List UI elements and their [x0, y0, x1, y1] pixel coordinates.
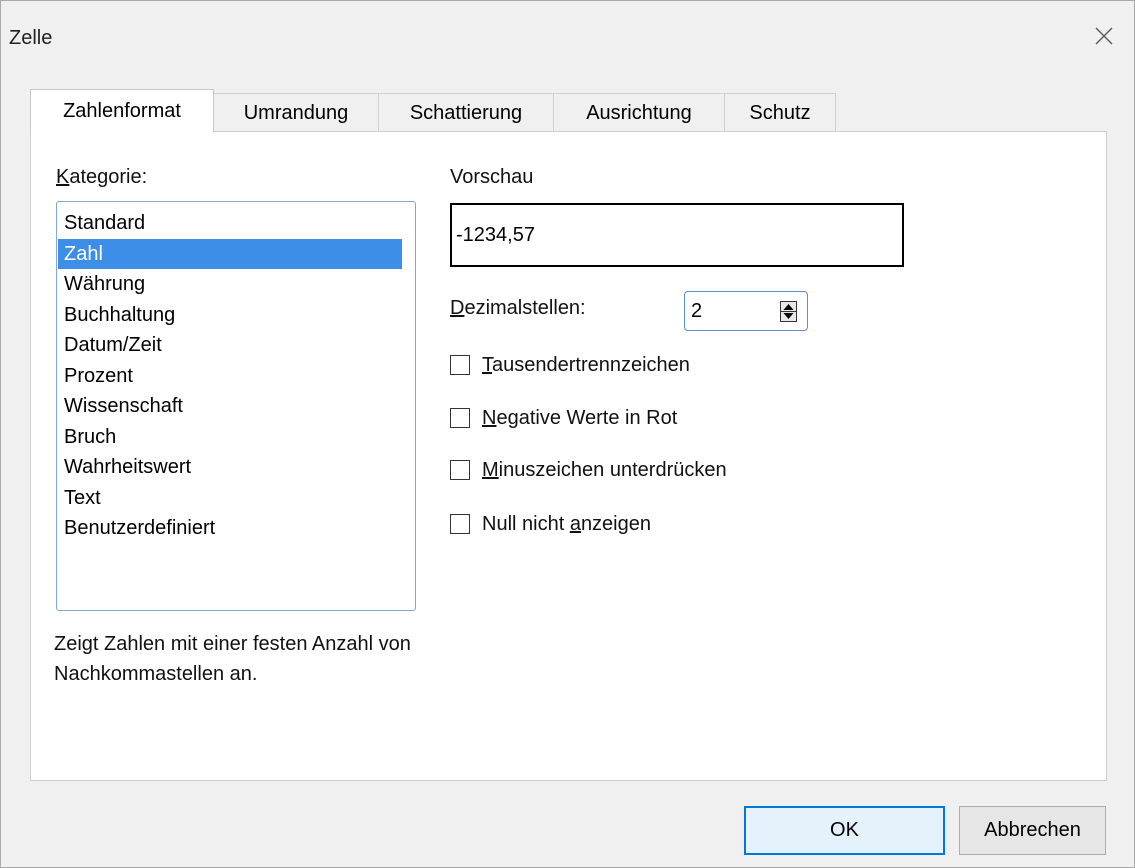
window-title: Zelle [9, 27, 53, 49]
spin-arrows[interactable] [780, 301, 797, 322]
close-icon [1095, 27, 1113, 45]
tab-zahlenformat[interactable]: Zahlenformat [30, 89, 214, 132]
tab-umrandung[interactable]: Umrandung [213, 93, 379, 132]
option-label: Tausendertrennzeichen [482, 353, 690, 376]
tab-label: Schutz [749, 101, 811, 124]
option-label: Null nicht anzeigen [482, 512, 651, 535]
decimals-spinbox[interactable]: 2 [684, 291, 808, 331]
preview-label: Vorschau [450, 166, 534, 188]
tab-label: Schattierung [409, 101, 523, 124]
list-item[interactable]: Bruch [58, 422, 402, 453]
category-listbox[interactable]: Standard Zahl Währung Buchhaltung Datum/… [56, 201, 416, 611]
tab-label: Ausrichtung [586, 101, 692, 124]
title-bar: Zelle [1, 1, 1134, 73]
tab-panel-zahlenformat: Kategorie: Standard Zahl Währung Buchhal… [30, 131, 1107, 781]
option-suppress-minus[interactable]: Minuszeichen unterdrücken [450, 457, 727, 483]
option-label: Minuszeichen unterdrücken [482, 458, 727, 481]
list-item[interactable]: Wissenschaft [58, 391, 402, 422]
list-item[interactable]: Wahrheitswert [58, 452, 402, 483]
cancel-button[interactable]: Abbrechen [959, 806, 1106, 855]
category-description: Zeigt Zahlen mit einer festen Anzahl von… [54, 633, 411, 685]
ok-button-label: OK [830, 819, 859, 841]
checkbox[interactable] [450, 460, 470, 480]
tab-ausrichtung[interactable]: Ausrichtung [553, 93, 725, 132]
tab-label: Zahlenformat [63, 99, 181, 122]
list-item[interactable]: Buchhaltung [58, 300, 402, 331]
list-item[interactable]: Prozent [58, 361, 402, 392]
list-item-selected[interactable]: Zahl [58, 238, 402, 269]
tab-strip: Zahlenformat Umrandung Schattierung Ausr… [30, 89, 836, 132]
preview-value: -1234,57 [456, 223, 535, 246]
category-label: Kategorie: [56, 166, 148, 188]
list-item[interactable]: Benutzerdefiniert [58, 513, 402, 544]
ok-button[interactable]: OK [744, 806, 945, 855]
spin-up-down-icon [781, 304, 796, 319]
close-button[interactable] [1084, 19, 1124, 53]
option-hide-zero[interactable]: Null nicht anzeigen [450, 511, 651, 537]
option-thousands-separator[interactable]: Tausendertrennzeichen [450, 352, 690, 378]
list-item[interactable]: Datum/Zeit [58, 330, 402, 361]
cell-format-dialog: Zelle Zahlenformat Umrandung Schattierun… [0, 0, 1135, 868]
list-item[interactable]: Währung [58, 269, 402, 300]
cancel-button-label: Abbrechen [984, 819, 1081, 841]
tab-label: Umrandung [243, 101, 349, 124]
option-label: Negative Werte in Rot [482, 406, 678, 429]
list-item[interactable]: Text [58, 483, 402, 514]
decimals-value[interactable]: 2 [691, 300, 702, 323]
checkbox[interactable] [450, 514, 470, 534]
tab-schattierung[interactable]: Schattierung [378, 93, 554, 132]
decimals-label: Dezimalstellen: [450, 297, 586, 319]
checkbox[interactable] [450, 408, 470, 428]
preview-box: -1234,57 [450, 203, 904, 267]
tab-schutz[interactable]: Schutz [724, 93, 836, 132]
checkbox[interactable] [450, 355, 470, 375]
list-item[interactable]: Standard [58, 208, 402, 239]
option-negative-red[interactable]: Negative Werte in Rot [450, 405, 677, 431]
